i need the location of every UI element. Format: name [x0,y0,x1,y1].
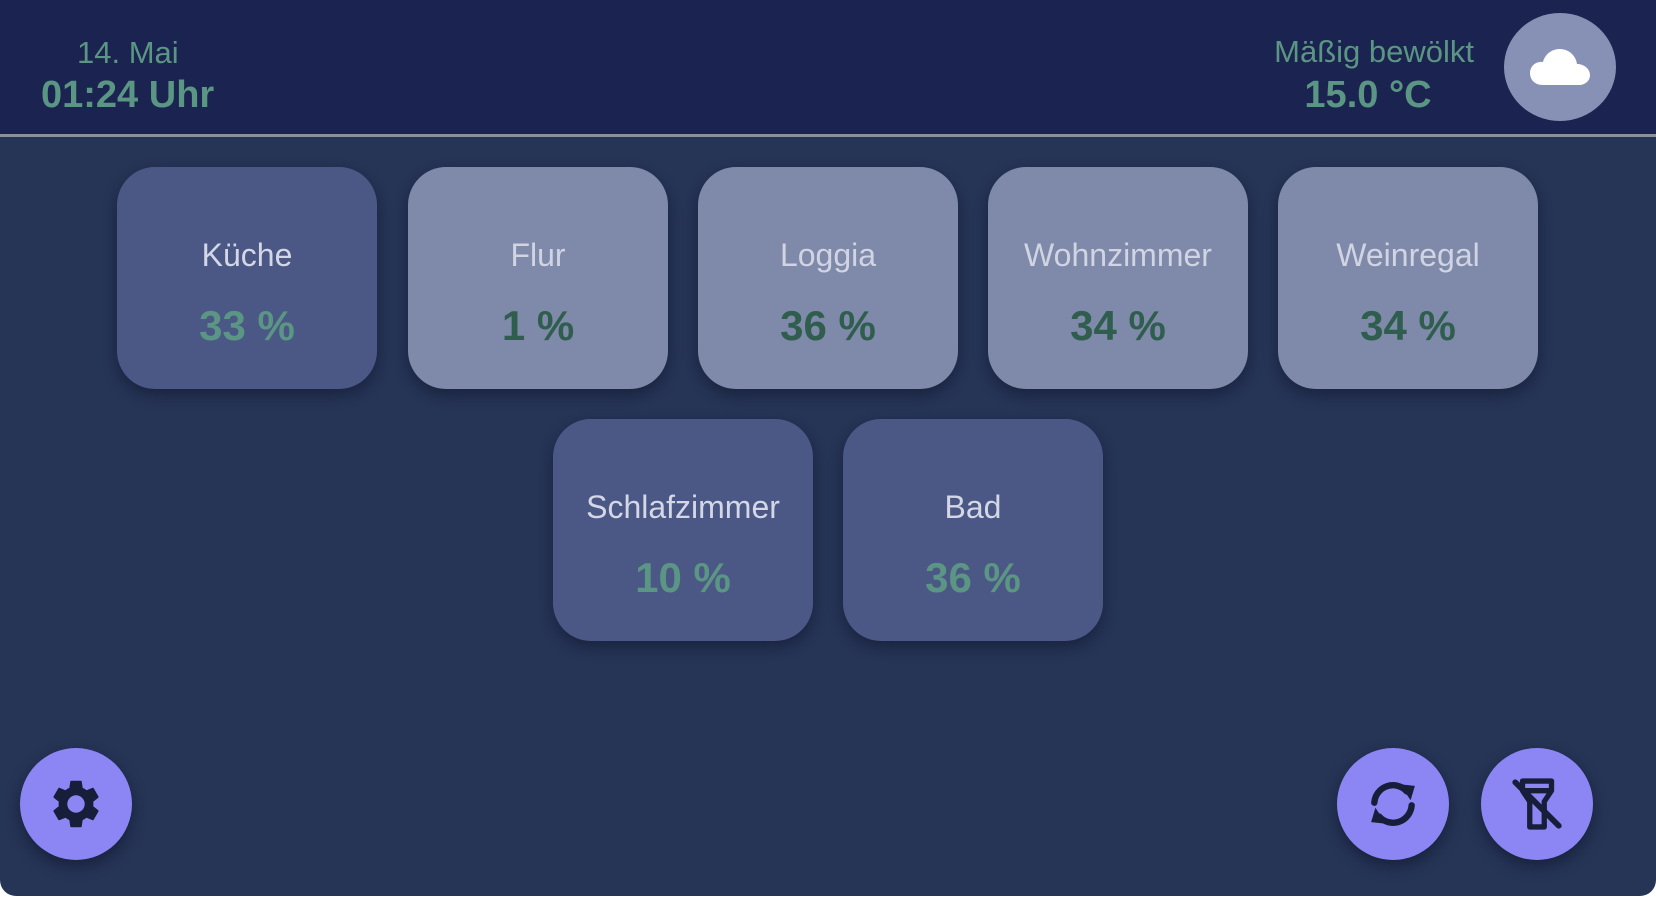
room-value: 34 % [1360,302,1456,349]
gear-icon [53,780,99,828]
header-bar: 14. Mai 01:24 Uhr Mäßig bewölkt 15.0 °C [0,0,1656,137]
room-value: 1 % [501,302,575,349]
flashlight-off-icon [1512,778,1562,830]
room-tile-schlafzimmer[interactable]: Schlafzimmer 10 % [553,419,813,641]
refresh-button[interactable] [1337,748,1449,860]
refresh-icon [1371,782,1415,826]
room-name: Loggia [779,237,877,273]
room-name: Küche [201,237,293,273]
room-value: 10 % [635,554,731,601]
room-tile-wohnzimmer[interactable]: Wohnzimmer 34 % [988,167,1248,389]
weather-temperature: 15.0 °C [1304,74,1432,116]
weather-button[interactable] [1504,13,1616,121]
room-tile-bad[interactable]: Bad 36 % [843,419,1103,641]
app-root: 14. Mai 01:24 Uhr Mäßig bewölkt 15.0 °C … [0,0,1656,896]
cloud-icon [1530,49,1590,85]
current-time: 01:24 Uhr [41,74,215,116]
room-name: Wohnzimmer [1024,237,1212,273]
room-tile-weinregal[interactable]: Weinregal 34 % [1278,167,1538,389]
room-tile-loggia[interactable]: Loggia 36 % [698,167,958,389]
room-name: Flur [510,237,566,273]
weather-description: Mäßig bewölkt [1274,34,1474,69]
room-name: Bad [944,489,1002,525]
room-value: 36 % [925,554,1021,601]
room-value: 36 % [780,302,876,349]
current-date: 14. Mai [77,35,179,70]
settings-button[interactable] [20,748,132,860]
room-name: Weinregal [1336,237,1480,273]
flashlight-off-button[interactable] [1481,748,1593,860]
room-value: 33 % [199,302,295,349]
room-tile-flur[interactable]: Flur 1 % [408,167,668,389]
room-name: Schlafzimmer [586,489,780,525]
room-value: 34 % [1070,302,1166,349]
room-tile-kueche[interactable]: Küche 33 % [117,167,377,389]
